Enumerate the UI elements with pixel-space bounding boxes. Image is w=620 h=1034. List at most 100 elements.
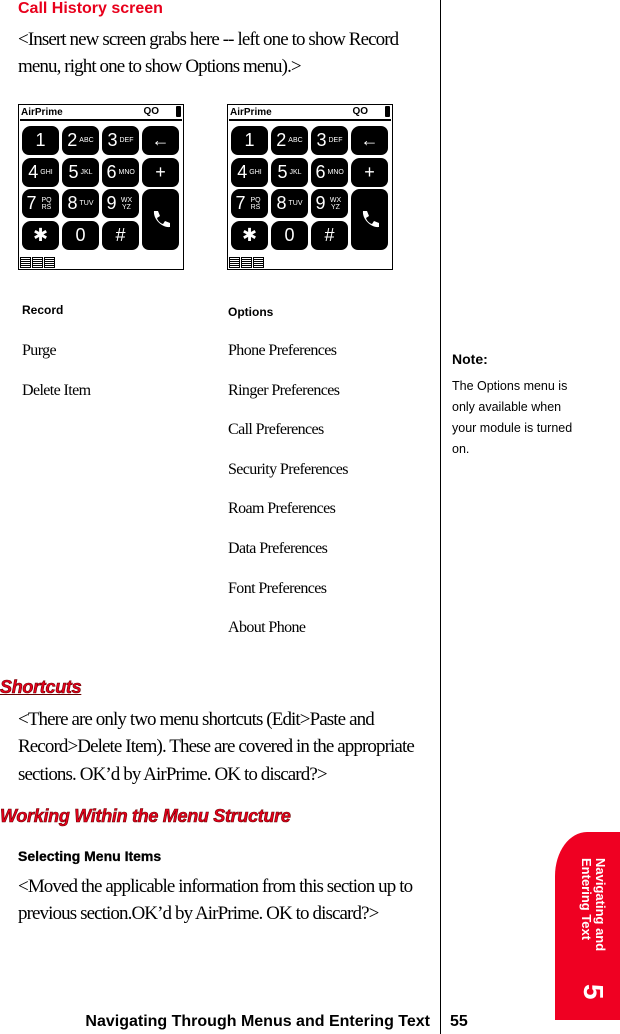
keypad-key[interactable]: #	[311, 221, 348, 250]
shortcuts-line: sections. OK’d by AirPrime. OK to discar…	[18, 764, 328, 785]
voicemail-icon: QO	[143, 106, 159, 117]
keypad-key[interactable]: +	[351, 158, 388, 187]
chapter-tab-label: Navigating and Entering Text	[579, 858, 608, 951]
key-digit: 4	[28, 162, 39, 182]
keypad-key[interactable]: 5 JKL	[271, 158, 308, 187]
key-letters: JKL	[80, 169, 93, 176]
working-line: <Moved the applicable information from t…	[18, 876, 413, 897]
phone-handset-icon	[362, 210, 379, 227]
key-digit: ✱	[241, 225, 258, 245]
footer-title: Navigating Through Menus and Entering Te…	[85, 1013, 430, 1030]
keypad-view-icon[interactable]	[241, 257, 252, 268]
key-digit: 8	[67, 193, 78, 213]
chapter-label-line: Entering Text	[579, 858, 594, 941]
keypad-view-icon[interactable]	[32, 257, 43, 268]
key-digit: 5	[68, 162, 79, 182]
keypad-key[interactable]: ←	[142, 126, 179, 155]
keypad-key[interactable]: +	[142, 158, 179, 187]
key-digit: 9	[106, 193, 117, 213]
key-digit: 9	[315, 193, 326, 213]
key-digit: 3	[107, 130, 118, 150]
menu-item: Call Preferences	[228, 421, 324, 439]
keypad-key[interactable]: 7 PQ RS	[231, 189, 268, 218]
key-letters: TUV	[79, 200, 94, 207]
menu-item: Roam Preferences	[228, 500, 336, 518]
menu-item: Data Preferences	[228, 540, 328, 557]
keypad-key[interactable]: 8 TUV	[271, 189, 308, 218]
title-rule	[229, 119, 391, 121]
phone-screenshot-record: AirPrime QO 1 2 ABC 3 DEF ← 4 GHI 5 JKL 6 MNO +7 PQ RS 8…	[18, 104, 184, 270]
key-letters: JKL	[289, 169, 302, 176]
keypad-key[interactable]: 7 PQ RS	[22, 189, 59, 218]
key-digit: 2	[67, 130, 78, 150]
menu-item: Ringer Preferences	[228, 381, 340, 399]
record-menu-heading: Record	[22, 303, 64, 317]
key-letters: DEF	[328, 137, 343, 144]
shortcuts-line: Record>Delete Item). These are covered i…	[18, 736, 415, 757]
shortcuts-heading: Shortcuts	[0, 677, 82, 698]
keypad-key[interactable]: 2 ABC	[62, 126, 99, 155]
phone-screenshot-options: AirPrime QO 1 2 ABC 3 DEF ← 4 GHI 5 JKL 6 MNO +7 PQ RS 8…	[227, 104, 393, 270]
key-letters: PQ RS	[250, 196, 261, 211]
keypad-key[interactable]: 5 JKL	[62, 158, 99, 187]
key-digit: 2	[276, 130, 287, 150]
working-line: previous section.OK’d by AirPrime. OK to…	[18, 903, 379, 924]
key-digit: 3	[316, 130, 327, 150]
grid-view-icon[interactable]	[20, 257, 31, 268]
key-digit: 6	[315, 162, 326, 182]
page-number: 55	[450, 1013, 468, 1030]
voicemail-icon: QO	[352, 106, 368, 117]
key-letters: ABC	[79, 137, 94, 144]
keypad-key[interactable]: 9 WX YZ	[102, 189, 139, 218]
key-digit: +	[155, 162, 166, 182]
keypad-key[interactable]: 6 MNO	[311, 158, 348, 187]
key-digit: 7	[26, 193, 37, 213]
note-heading: Note:	[452, 351, 488, 367]
title-rule	[20, 119, 182, 121]
keypad-key[interactable]: 8 TUV	[62, 189, 99, 218]
keypad-key[interactable]: #	[102, 221, 139, 250]
keypad-key[interactable]: 9 WX YZ	[311, 189, 348, 218]
keypad-key[interactable]: 2 ABC	[271, 126, 308, 155]
keypad-key[interactable]: 1	[231, 126, 268, 155]
key-digit: ✱	[32, 225, 49, 245]
keypad-key[interactable]: ✱	[231, 221, 268, 250]
key-letters: MNO	[327, 169, 344, 176]
key-digit: 1	[244, 130, 255, 150]
key-digit: ←	[151, 130, 170, 150]
call-key[interactable]	[351, 189, 388, 250]
battery-icon	[385, 106, 390, 117]
key-letters: PQ RS	[41, 196, 52, 211]
key-digit: 0	[75, 225, 86, 245]
menu-item: Phone Preferences	[228, 342, 337, 359]
battery-icon	[176, 106, 181, 117]
key-digit: #	[324, 225, 335, 245]
menu-item: Font Preferences	[228, 579, 327, 597]
key-letters: WX YZ	[120, 196, 133, 211]
key-letters: TUV	[288, 200, 303, 207]
list-view-icon[interactable]	[253, 257, 264, 268]
keypad-key[interactable]: 6 MNO	[102, 158, 139, 187]
menu-item: Security Preferences	[228, 460, 349, 478]
key-digit: #	[115, 225, 126, 245]
key-letters: DEF	[119, 137, 134, 144]
key-digit: +	[364, 162, 375, 182]
keypad-key[interactable]: 3 DEF	[102, 126, 139, 155]
menu-item: Delete Item	[22, 381, 91, 399]
keypad-key[interactable]: ✱	[22, 221, 59, 250]
call-key[interactable]	[142, 189, 179, 250]
keypad-key[interactable]: 1	[22, 126, 59, 155]
key-letters: ABC	[288, 137, 303, 144]
keypad-key[interactable]: 4 GHI	[231, 158, 268, 187]
options-menu-heading: Options	[228, 305, 274, 319]
keypad-key[interactable]: 0	[271, 221, 308, 250]
keypad-key[interactable]: 3 DEF	[311, 126, 348, 155]
grid-view-icon[interactable]	[229, 257, 240, 268]
list-view-icon[interactable]	[44, 257, 55, 268]
chapter-number: 5	[578, 984, 609, 1000]
intro-line: menu, right one to show Options menu).>	[18, 56, 302, 77]
keypad-key[interactable]: 4 GHI	[22, 158, 59, 187]
key-digit: 6	[106, 162, 117, 182]
keypad-key[interactable]: ←	[351, 126, 388, 155]
keypad-key[interactable]: 0	[62, 221, 99, 250]
